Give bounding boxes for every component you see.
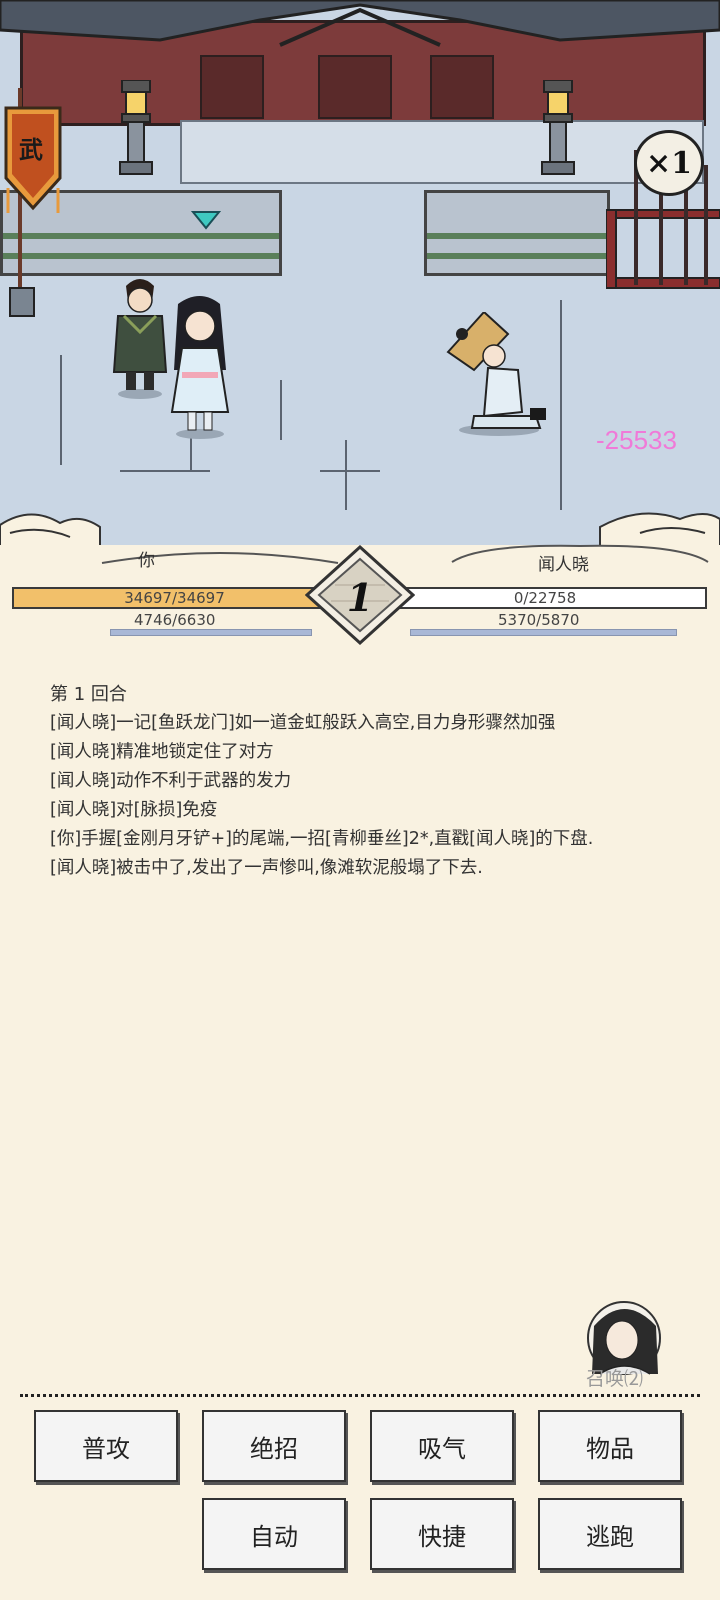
enemy-mp-bar <box>410 629 677 636</box>
enemy-hp-bar: 0/22758 <box>383 587 707 609</box>
items-button[interactable]: 物品 <box>538 1410 682 1482</box>
breathe-button[interactable]: 吸气 <box>370 1410 514 1482</box>
attack-button[interactable]: 普攻 <box>34 1410 178 1482</box>
round-number: 1 <box>347 575 373 620</box>
temple-window <box>200 55 264 119</box>
temple-window <box>430 55 494 119</box>
courtyard-fence <box>424 190 610 276</box>
enemy-character[interactable] <box>444 312 554 442</box>
log-line: [你]手握[金刚月牙铲+]的尾端,一招[青柳垂丝]2*,直戳[闻人晓]的下盘. <box>50 829 594 849</box>
log-line: [闻人晓]精准地锁定住了对方 <box>50 742 274 762</box>
target-marker-icon <box>191 211 221 230</box>
temple-door <box>318 55 392 119</box>
player-mp-text: 4746/6630 <box>134 611 216 629</box>
summon-label[interactable]: 召唤⑵ <box>586 1364 643 1391</box>
log-line: [闻人晓]对[脉损]免疫 <box>50 800 218 820</box>
player-name-plate <box>101 552 339 564</box>
round-badge: 1 <box>305 545 415 645</box>
damage-number: -25533 <box>596 425 677 455</box>
stone-lantern <box>119 80 153 175</box>
banner-character: 武 <box>19 135 43 164</box>
enemy-name: 闻人晓 <box>538 555 589 575</box>
divider <box>20 1394 700 1397</box>
player-hp-bar: 34697/34697 <box>12 587 337 609</box>
log-line: [闻人晓]被击中了,发出了一声惨叫,像滩软泥般塌了下去. <box>50 858 483 878</box>
log-round-title: 第 1 回合 <box>50 684 127 705</box>
player-hp-text: 34697/34697 <box>124 589 225 607</box>
log-line: [闻人晓]一记[鱼跃龙门]如一道金虹般跃入高空,目力身形骤然加强 <box>50 713 556 733</box>
battle-scene: 武 ×1 -25533 <box>0 0 720 545</box>
companion-character[interactable] <box>162 292 236 442</box>
battle-speed-button[interactable]: ×1 <box>634 130 704 196</box>
enemy-mp-text: 5370/5870 <box>498 611 580 629</box>
enemy-hp-text: 0/22758 <box>513 589 577 607</box>
battle-log: 第 1 回合 [闻人晓]一记[鱼跃龙门]如一道金虹般跃入高空,目力身形骤然加强 … <box>50 680 670 886</box>
quick-button[interactable]: 快捷 <box>370 1498 514 1570</box>
player-name: 你 <box>138 551 155 571</box>
ultimate-button[interactable]: 绝招 <box>202 1410 346 1482</box>
auto-button[interactable]: 自动 <box>202 1498 346 1570</box>
wu-banner <box>4 88 62 317</box>
player-mp-bar <box>110 629 312 636</box>
log-line: [闻人晓]动作不利于武器的发力 <box>50 771 292 791</box>
stone-lantern <box>541 80 575 175</box>
temple-roof <box>0 0 720 47</box>
flee-button[interactable]: 逃跑 <box>538 1498 682 1570</box>
